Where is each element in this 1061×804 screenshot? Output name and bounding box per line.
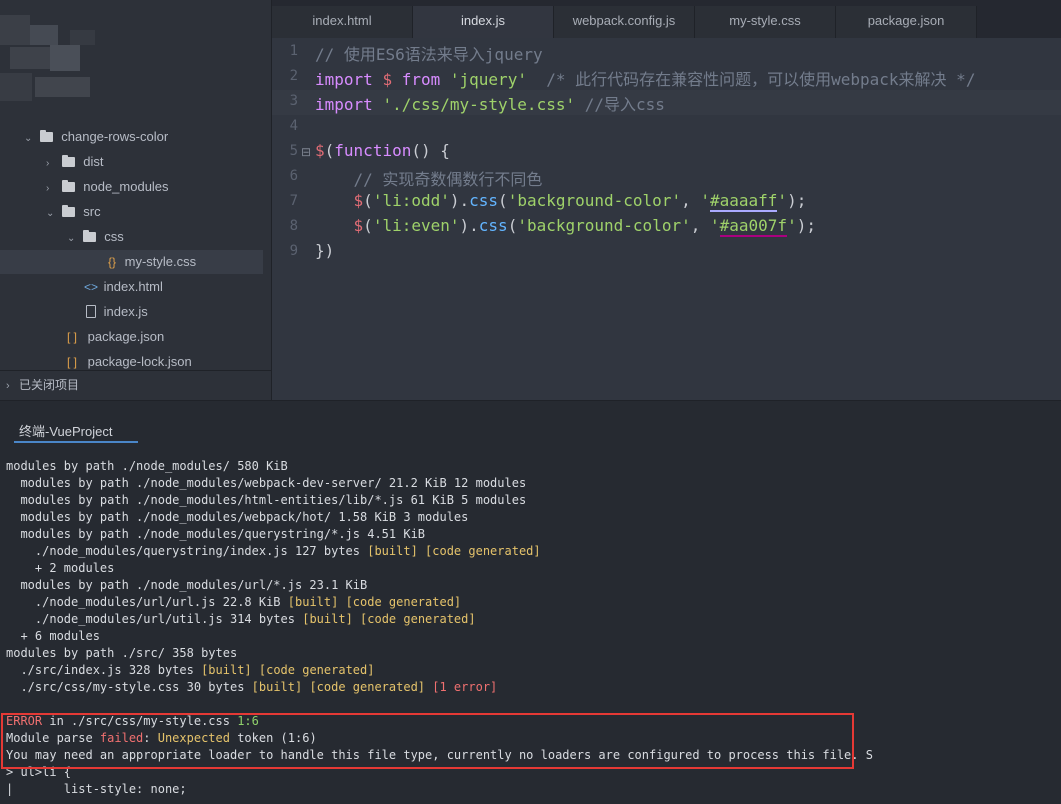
chevron-down-icon: ⌄ bbox=[67, 233, 76, 244]
chevron-right-icon: › bbox=[46, 158, 50, 169]
chevron-down-icon: ⌄ bbox=[46, 208, 55, 219]
blurred-project-header bbox=[0, 15, 110, 110]
tree-item-label: node_modules bbox=[83, 179, 169, 194]
editor-tab-bar: index.html index.js webpack.config.js my… bbox=[272, 0, 1061, 38]
tree-folder-change-rows-color[interactable]: ⌄ change-rows-color bbox=[24, 125, 168, 149]
tab-webpack-config-js[interactable]: webpack.config.js bbox=[554, 6, 695, 38]
line-number: 2 bbox=[289, 68, 298, 84]
folder-open-icon bbox=[61, 205, 75, 217]
tree-file-index-js[interactable]: index.js bbox=[82, 300, 148, 324]
folder-icon bbox=[61, 155, 75, 167]
tree-item-label: package-lock.json bbox=[87, 354, 192, 369]
tree-item-label: src bbox=[83, 204, 101, 219]
code-line-9: }) bbox=[315, 241, 335, 260]
json-file-icon: [ ] bbox=[66, 330, 77, 344]
line-number: 6 bbox=[289, 168, 298, 184]
tab-index-html[interactable]: index.html bbox=[272, 6, 413, 38]
tree-item-label: package.json bbox=[87, 329, 165, 344]
tab-my-style-css[interactable]: my-style.css bbox=[695, 6, 836, 38]
chevron-down-icon: ⌄ bbox=[24, 133, 33, 144]
line-number: 8 bbox=[289, 218, 298, 234]
tree-item-label: change-rows-color bbox=[61, 129, 169, 144]
tree-file-index-html[interactable]: <> index.html bbox=[82, 275, 163, 299]
folder-open-icon bbox=[82, 230, 96, 242]
tree-item-label: index.html bbox=[103, 279, 163, 294]
line-number: 5 bbox=[289, 143, 298, 159]
tree-item-label: my-style.css bbox=[124, 254, 197, 269]
code-line-7: $('li:odd').css('background-color', '#aa… bbox=[353, 191, 807, 212]
tree-folder-css[interactable]: ⌄ css bbox=[67, 225, 124, 249]
tree-folder-node-modules[interactable]: › node_modules bbox=[46, 175, 169, 199]
file-explorer: ⌄ change-rows-color › dist › node_module… bbox=[0, 0, 272, 400]
code-line-5: $(function() { bbox=[315, 141, 450, 160]
tree-folder-src[interactable]: ⌄ src bbox=[46, 200, 101, 224]
tree-item-label: css bbox=[104, 229, 124, 244]
line-number: 4 bbox=[289, 118, 298, 134]
line-number: 1 bbox=[289, 43, 298, 59]
line-number: 3 bbox=[289, 93, 298, 109]
tree-item-label: index.js bbox=[103, 304, 148, 319]
chevron-right-icon: › bbox=[46, 183, 50, 194]
line-number: 7 bbox=[289, 193, 298, 209]
code-line-3: import './css/my-style.css' //导入css bbox=[315, 95, 665, 114]
closed-projects-section[interactable]: › 已关闭项目 bbox=[0, 370, 271, 398]
tree-file-package-json[interactable]: [ ] package.json bbox=[60, 325, 164, 349]
tree-folder-dist[interactable]: › dist bbox=[46, 150, 103, 174]
tab-index-js[interactable]: index.js bbox=[413, 6, 554, 38]
tree-file-my-style-css[interactable]: {} my-style.css bbox=[0, 250, 263, 274]
js-file-icon bbox=[82, 300, 100, 324]
chevron-right-icon: › bbox=[6, 380, 10, 392]
folder-open-icon bbox=[39, 130, 53, 142]
tree-item-label: dist bbox=[83, 154, 104, 169]
code-line-8: $('li:even').css('background-color', '#a… bbox=[353, 216, 816, 237]
html-file-icon: <> bbox=[83, 280, 98, 294]
error-highlight-box bbox=[1, 713, 854, 769]
line-number: 9 bbox=[289, 243, 298, 259]
code-line-6: // 实现奇数偶数行不同色 bbox=[353, 170, 543, 189]
code-line-2: import $ from 'jquery' /* 此行代码存在兼容性问题，可以… bbox=[315, 70, 976, 89]
closed-projects-label: 已关闭项目 bbox=[19, 378, 80, 392]
folder-icon bbox=[61, 180, 75, 192]
fold-toggle-icon[interactable]: ⊟ bbox=[301, 145, 311, 159]
code-editor[interactable]: 1 2 3 4 5 6 7 8 9 ⊟ // 使用ES6语法来导入jquery … bbox=[272, 38, 1061, 400]
terminal-panel[interactable]: 终端-VueProject modules by path ./node_mod… bbox=[0, 400, 1061, 804]
css-file-icon: {} bbox=[107, 255, 116, 269]
terminal-tab[interactable]: 终端-VueProject bbox=[14, 421, 138, 443]
code-line-1: // 使用ES6语法来导入jquery bbox=[315, 45, 543, 64]
tab-package-json[interactable]: package.json bbox=[836, 6, 977, 38]
